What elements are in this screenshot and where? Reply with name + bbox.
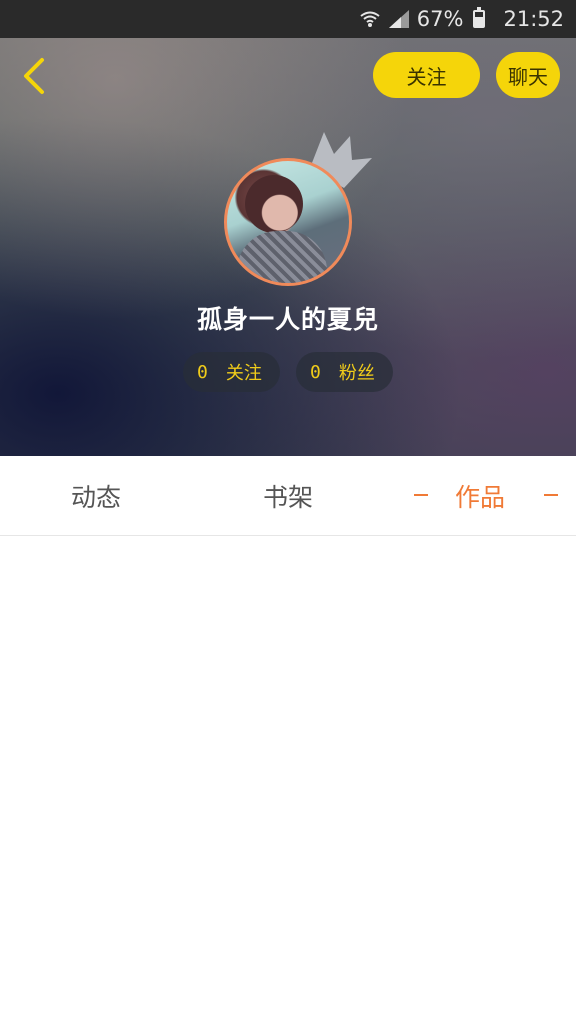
fans-label: 粉丝 (338, 363, 375, 384)
clock: 21:52 (503, 7, 564, 31)
battery-percent: 67% (416, 7, 464, 31)
profile-tabs: 动态 书架 作品 (0, 456, 576, 536)
wifi-icon (359, 9, 381, 29)
fans-count: 0 (310, 361, 321, 383)
tab-works-label: 作品 (454, 483, 505, 512)
active-indicator-right (544, 494, 558, 496)
works-content (0, 537, 576, 1024)
follow-button[interactable]: 关注 (373, 52, 480, 98)
battery-icon (473, 7, 486, 28)
following-stat[interactable]: 0 关注 (183, 352, 280, 392)
following-count: 0 (197, 361, 208, 383)
chevron-left-icon (24, 58, 44, 94)
signal-icon (388, 10, 409, 28)
tab-bookshelf[interactable]: 书架 (192, 456, 384, 536)
profile-header: 关注 聊天 孤身一人的夏兒 0 关注 0 粉丝 (0, 38, 576, 456)
status-bar: 67% 21:52 (0, 0, 576, 38)
tab-works[interactable]: 作品 (384, 456, 576, 536)
following-label: 关注 (225, 363, 262, 384)
fans-stat[interactable]: 0 粉丝 (296, 352, 393, 392)
back-button[interactable] (14, 56, 54, 96)
chat-button[interactable]: 聊天 (496, 52, 560, 98)
username: 孤身一人的夏兒 (196, 305, 379, 334)
tab-dynamics[interactable]: 动态 (0, 456, 192, 536)
avatar[interactable] (224, 158, 352, 286)
active-indicator-left (414, 494, 428, 496)
